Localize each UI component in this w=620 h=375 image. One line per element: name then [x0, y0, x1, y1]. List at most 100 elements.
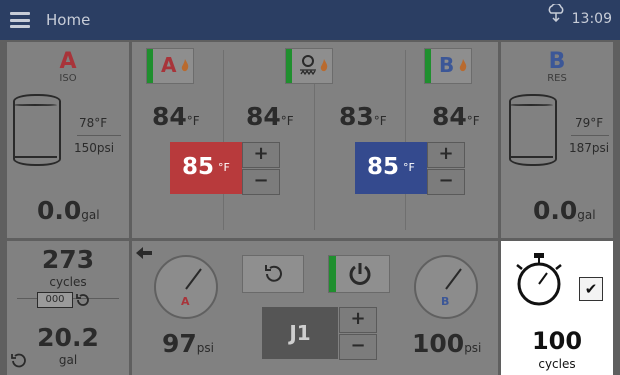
- page-title: Home: [46, 11, 91, 29]
- hose-heater-on-indicator: [286, 49, 292, 83]
- power-button[interactable]: [328, 255, 390, 293]
- heater-a-toggle[interactable]: A: [146, 48, 194, 84]
- counter-reset-digits: 000: [37, 292, 73, 308]
- setpoint-b-display[interactable]: 85 °F: [355, 142, 427, 194]
- tank-a-pressure-value: 150: [74, 141, 97, 155]
- tank-a-pressure: 150psi: [74, 141, 114, 155]
- reset-counter-icon[interactable]: [75, 292, 91, 308]
- counter-panel[interactable]: 273 cycles 000 20.2 gal: [7, 241, 129, 375]
- tank-b-letter: B: [548, 49, 566, 74]
- tank-a-drum-icon: [13, 94, 61, 166]
- heater-a-temp: 84°F: [152, 102, 200, 131]
- gauge-a-letter: A: [181, 295, 190, 308]
- pressure-gauge-b-icon: B: [414, 255, 478, 319]
- cycle-timer-panel[interactable]: ✔ 100 cycles: [501, 241, 613, 375]
- pressure-gauge-a-icon: A: [154, 255, 218, 319]
- setpoint-b-value: 85: [367, 154, 400, 180]
- tank-b-volume: 0.0gal: [533, 196, 596, 225]
- setpoint-a-unit: °F: [218, 161, 230, 174]
- heater-b-toggle[interactable]: B: [424, 48, 472, 84]
- pressure-b-unit: psi: [464, 341, 482, 355]
- reset-volume-icon[interactable]: [9, 351, 29, 371]
- divider: [571, 135, 609, 136]
- heater-b-on-indicator: [425, 49, 431, 83]
- setpoint-b-unit: °F: [403, 161, 415, 174]
- setpoint-a-increase-button[interactable]: +: [242, 142, 280, 168]
- divider: [77, 135, 121, 136]
- heater-b-temp: 84°F: [432, 102, 480, 131]
- tank-b-pressure: 187psi: [569, 141, 609, 155]
- clock-time: 13:09: [571, 11, 612, 27]
- counter-volume: 20.2: [37, 323, 99, 352]
- hose-a-temp: 84°F: [246, 102, 294, 131]
- setpoint-a-value: 85: [182, 154, 215, 180]
- tank-a-volume-unit: gal: [81, 208, 100, 222]
- tank-b-drum-icon: [509, 94, 557, 166]
- hose-b-temp-unit: °F: [373, 114, 387, 128]
- cloud-sync-icon: [548, 4, 564, 22]
- hose-a-temp-value: 84: [246, 102, 281, 131]
- tank-a-temp-value: 78: [79, 116, 95, 130]
- tank-a-temp-unit: °F: [94, 116, 108, 130]
- tank-b-temp: 79°F: [575, 116, 603, 130]
- heater-a-temp-unit: °F: [186, 114, 200, 128]
- pressure-b: 100psi: [412, 329, 481, 358]
- tank-a-volume-value: 0.0: [37, 196, 82, 225]
- gauge-b-letter: B: [441, 295, 450, 308]
- tank-b-pressure-value: 187: [569, 141, 592, 155]
- tank-b-temp-value: 79: [575, 116, 591, 130]
- tank-a-panel[interactable]: A ISO 78°F 150psi 0.0gal: [7, 42, 129, 238]
- setpoint-a-decrease-button[interactable]: −: [242, 169, 280, 195]
- tank-a-letter: A: [59, 49, 77, 74]
- pressure-b-value: 100: [412, 329, 465, 358]
- tank-b-volume-value: 0.0: [533, 196, 578, 225]
- flame-icon: [320, 59, 328, 72]
- power-icon: [349, 263, 371, 285]
- heaters-panel: A B 84°F 84°F 83°F 84°F 85 °F + − 85 °F + …: [132, 42, 498, 238]
- pump-panel: A 97psi J1 + − B 100psi: [132, 241, 498, 375]
- job-decrease-button[interactable]: −: [339, 334, 377, 360]
- power-on-indicator: [329, 256, 336, 292]
- menu-icon[interactable]: [10, 12, 30, 28]
- arrow-left-icon[interactable]: [136, 247, 152, 259]
- flame-icon: [459, 59, 467, 72]
- tank-b-pressure-unit: psi: [591, 141, 610, 155]
- hose-a-temp-unit: °F: [280, 114, 294, 128]
- hose-b-temp-value: 83: [339, 102, 374, 131]
- pressure-a-value: 97: [162, 329, 197, 358]
- setpoint-b-decrease-button[interactable]: −: [427, 169, 465, 195]
- pressure-a-unit: psi: [196, 341, 214, 355]
- heater-b-letter: B: [439, 53, 455, 77]
- recirculate-icon: [265, 265, 282, 282]
- tank-b-volume-unit: gal: [577, 208, 596, 222]
- setpoint-b-increase-button[interactable]: +: [427, 142, 465, 168]
- pressure-a: 97psi: [162, 329, 214, 358]
- timer-enable-checkbox[interactable]: ✔: [579, 277, 603, 301]
- job-display[interactable]: J1: [262, 307, 338, 359]
- job-increase-button[interactable]: +: [339, 307, 377, 333]
- divider: [405, 50, 406, 230]
- hose-b-temp: 83°F: [339, 102, 387, 131]
- timer-cycles-unit: cycles: [538, 357, 576, 371]
- recirculate-button[interactable]: [242, 255, 304, 293]
- tank-b-temp-unit: °F: [590, 116, 604, 130]
- hose-heater-toggle[interactable]: [285, 48, 333, 84]
- tank-a-label: ISO: [59, 73, 77, 84]
- timer-cycles-value: 100: [531, 327, 583, 355]
- flame-icon: [181, 59, 189, 72]
- tank-b-panel[interactable]: B RES 79°F 187psi 0.0gal: [501, 42, 613, 238]
- heater-a-on-indicator: [147, 49, 153, 83]
- top-bar: Home 13:09: [0, 0, 620, 40]
- tank-a-volume: 0.0gal: [37, 196, 100, 225]
- divider: [223, 50, 224, 230]
- cycle-count-unit: cycles: [49, 275, 87, 289]
- tank-a-temp: 78°F: [79, 116, 107, 130]
- tank-a-pressure-unit: psi: [96, 141, 115, 155]
- setpoint-a-display[interactable]: 85 °F: [170, 142, 242, 194]
- cycle-count: 273: [41, 245, 95, 274]
- heater-b-temp-unit: °F: [466, 114, 480, 128]
- heater-a-letter: A: [161, 53, 177, 77]
- stopwatch-icon: [516, 253, 562, 306]
- hose-heat-icon: [300, 55, 316, 76]
- heater-a-temp-value: 84: [152, 102, 187, 131]
